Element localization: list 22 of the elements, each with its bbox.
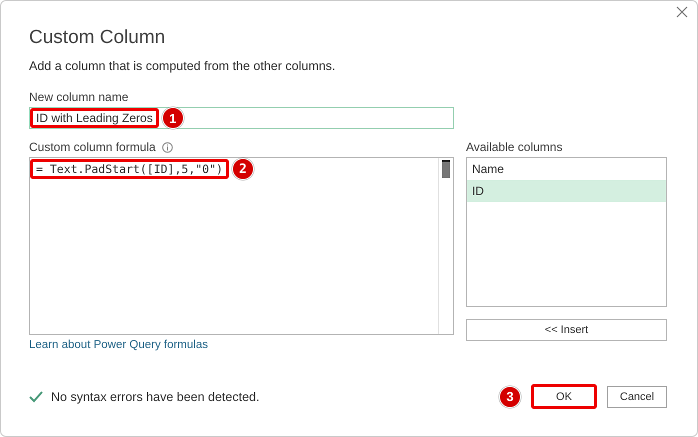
ok-button[interactable]: OK — [531, 384, 597, 409]
callout-badge: 1 — [162, 107, 184, 129]
dialog-subtitle: Add a column that is computed from the other columns. — [29, 59, 336, 73]
scrollbar[interactable] — [438, 158, 453, 334]
list-header: Name — [470, 161, 505, 178]
list-item[interactable]: ID — [466, 180, 666, 202]
callout-badge: 3 — [499, 386, 521, 408]
status-message: No syntax errors have been detected. — [51, 390, 260, 404]
callout-badge: 2 — [232, 158, 254, 180]
insert-button[interactable]: << Insert — [466, 319, 667, 341]
input-field[interactable]: ID with Leading Zeros 1 — [29, 107, 454, 129]
list-label: Available columns — [466, 140, 562, 154]
field-value: ID with Leading Zeros — [30, 108, 159, 128]
formula-editor[interactable]: = Text.PadStart([ID],5,"0") 2 — [29, 157, 454, 335]
dialog-title: Custom Column — [29, 27, 166, 49]
cancel-button[interactable]: Cancel — [607, 386, 667, 408]
field-label: Custom column formula — [29, 140, 156, 154]
info-icon[interactable] — [162, 142, 173, 152]
formula-text: = Text.PadStart([ID],5,"0") — [30, 159, 229, 179]
close-icon[interactable] — [675, 5, 689, 19]
field-label: New column name — [29, 90, 128, 104]
help-link[interactable]: Learn about Power Query formulas — [29, 339, 208, 351]
